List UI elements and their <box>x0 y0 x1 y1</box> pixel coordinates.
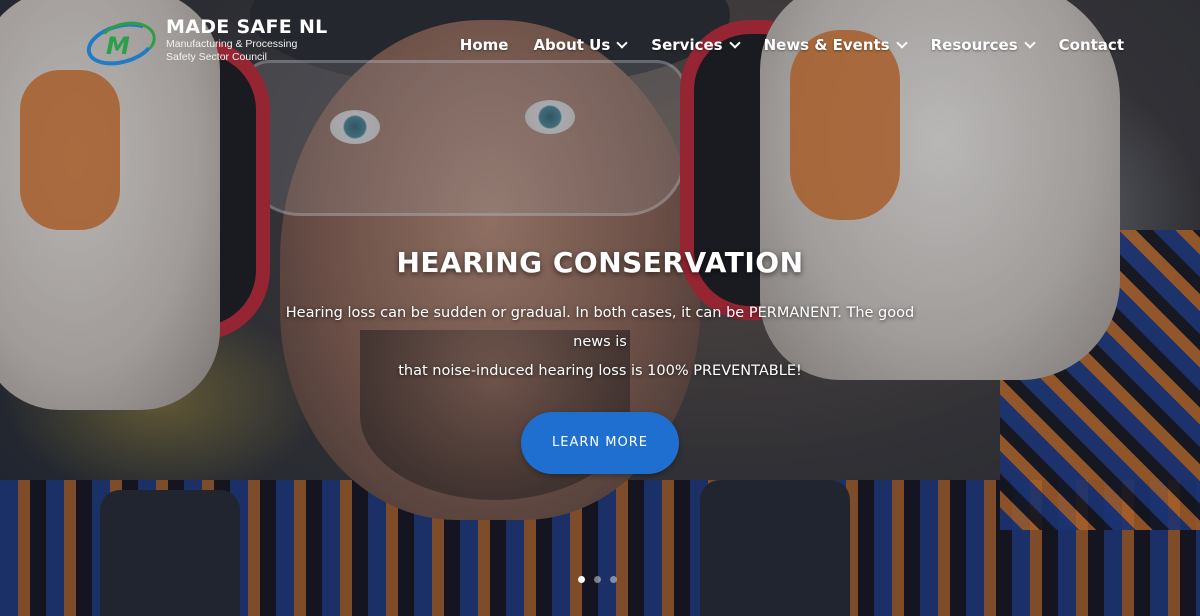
slider-dot[interactable] <box>610 576 617 583</box>
nav-item-home[interactable]: Home <box>460 36 509 54</box>
slide-description-line1: Hearing loss can be sudden or gradual. I… <box>285 305 915 350</box>
brand-subtitle-line1: Manufacturing & Processing <box>166 38 298 50</box>
nav-item-services[interactable]: Services <box>651 36 741 54</box>
nav-item-label: About Us <box>533 36 611 54</box>
nav-item-about-us[interactable]: About Us <box>533 36 628 54</box>
slide-description-line2: that noise-induced hearing loss is 100% … <box>398 363 802 379</box>
site-header: M MADE SAFE NL Manufacturing & Processin… <box>0 0 1200 90</box>
brand-subtitle-line2: Safety Sector Council <box>166 51 267 63</box>
slider-pagination <box>578 576 626 583</box>
nav-item-label: Resources <box>930 36 1018 54</box>
nav-item-label: Contact <box>1058 36 1124 54</box>
chevron-down-icon <box>616 37 628 49</box>
chevron-down-icon <box>1023 37 1036 49</box>
hero-slider: M MADE SAFE NL Manufacturing & Processin… <box>0 0 1200 616</box>
nav-item-label: Services <box>651 36 723 54</box>
logo-text: MADE SAFE NL Manufacturing & Processing … <box>166 16 328 64</box>
chevron-down-icon <box>728 37 741 49</box>
slide-title: HEARING CONSERVATION <box>396 246 804 279</box>
main-nav: Home About Us Services News & Events Res… <box>435 36 1124 54</box>
chevron-down-icon <box>895 37 908 49</box>
site-logo[interactable]: M MADE SAFE NL Manufacturing & Processin… <box>82 15 328 73</box>
slide-description: Hearing loss can be sudden or gradual. I… <box>270 299 930 386</box>
made-safe-logo-icon: M <box>82 15 160 73</box>
nav-item-label: News & Events <box>763 36 890 54</box>
nav-item-news-events[interactable]: News & Events <box>763 36 908 54</box>
nav-item-resources[interactable]: Resources <box>930 36 1036 54</box>
slider-dot[interactable] <box>594 576 601 583</box>
nav-item-label: Home <box>459 36 509 54</box>
brand-name: MADE SAFE NL <box>166 16 328 38</box>
slide-content: HEARING CONSERVATION Hearing loss can be… <box>0 246 1200 474</box>
slider-dot[interactable] <box>578 576 585 583</box>
learn-more-button[interactable]: LEARN MORE <box>521 412 679 474</box>
nav-item-contact[interactable]: Contact <box>1059 36 1124 54</box>
